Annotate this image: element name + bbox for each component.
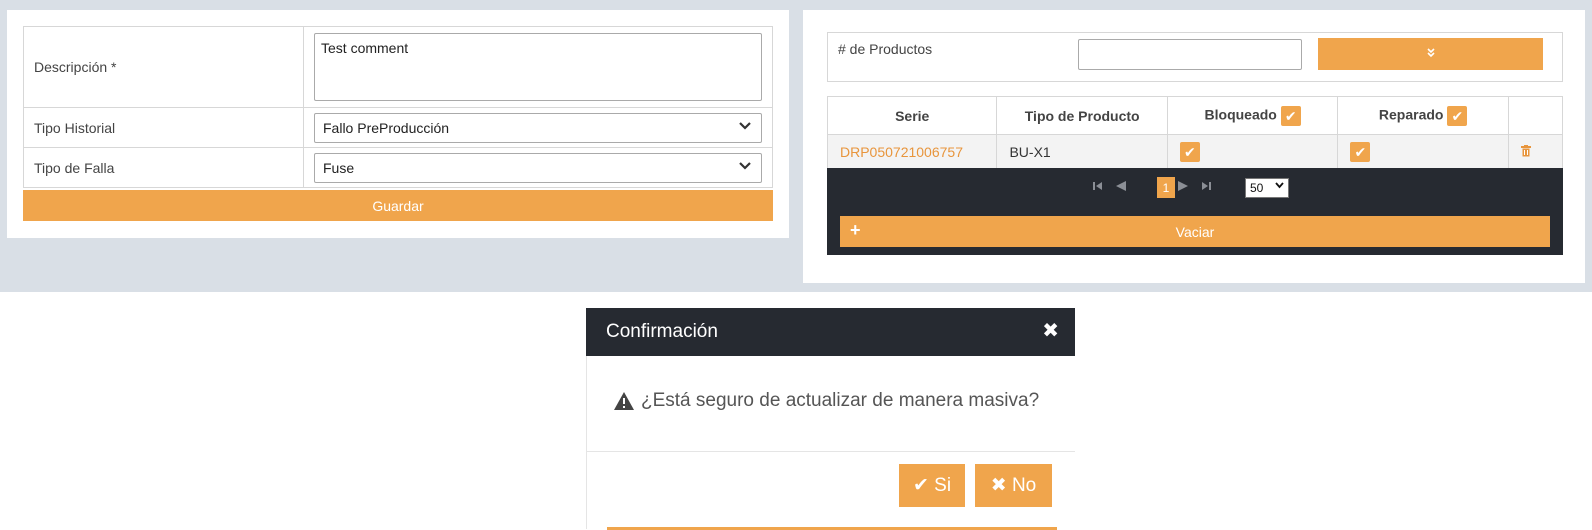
bloqueado-checkbox[interactable]: ✔ [1179, 142, 1200, 162]
chevron-down-icon [739, 119, 751, 134]
reparado-checkbox[interactable]: ✔ [1350, 142, 1371, 162]
current-page-button[interactable]: 1 [1157, 177, 1175, 198]
trash-icon[interactable] [1520, 145, 1531, 160]
modal-header: Confirmación ✖ [586, 308, 1075, 356]
modal-body: ¿Está seguro de actualizar de manera mas… [586, 356, 1075, 451]
products-grid: Serie Tipo de Producto Bloqueado ✔ Repar… [826, 96, 1564, 170]
products-count-label: # de Productos [838, 41, 933, 57]
bloqueado-cell: ✔ [1166, 134, 1339, 170]
yes-button[interactable]: ✔ Si [899, 464, 965, 507]
tipo-producto-cell: BU-X1 [996, 134, 1168, 170]
tipo-falla-value: Fuse [323, 159, 355, 176]
last-page-icon[interactable] [1201, 180, 1211, 194]
prev-page-icon[interactable] [1115, 180, 1127, 194]
bloqueado-header-checkbox[interactable]: ✔ [1280, 105, 1301, 126]
page-size-select[interactable]: 50 [1245, 178, 1289, 198]
page-size-value: 50 [1250, 181, 1264, 195]
vaciar-button[interactable]: + Vaciar [840, 216, 1550, 247]
double-chevron-down-icon [1426, 47, 1436, 61]
products-count-row: # de Productos [827, 32, 1563, 82]
tipo-historial-value: Fallo PreProducción [323, 119, 450, 136]
reparado-header-checkbox[interactable]: ✔ [1447, 105, 1468, 126]
confirmation-modal: Confirmación ✖ ¿Está seguro de actualiza… [586, 308, 1075, 530]
chevron-down-icon [1275, 181, 1284, 192]
history-form-panel: Descripción * Test comment Tipo Historia… [7, 10, 789, 238]
modal-footer: ✔ Si ✖ No [586, 451, 1075, 530]
actions-cell [1507, 134, 1564, 170]
tipo-historial-select[interactable]: Fallo PreProducción [314, 112, 762, 143]
vaciar-label: Vaciar [1175, 223, 1215, 240]
descripcion-textarea[interactable]: Test comment [314, 33, 762, 101]
tipo-falla-select[interactable]: Fuse [314, 152, 762, 183]
reparado-header-label: Reparado [1378, 106, 1444, 123]
next-page-icon[interactable] [1177, 180, 1189, 194]
first-page-icon[interactable] [1093, 180, 1103, 194]
confirmation-message: ¿Está seguro de actualizar de manera mas… [641, 390, 1040, 411]
pager: 1 50 [827, 168, 1563, 209]
table-row: DRP050721006757 BU-X1 ✔ ✔ [826, 134, 1564, 170]
descripcion-label: Descripción * [23, 26, 304, 108]
column-header-serie[interactable]: Serie [826, 96, 998, 135]
save-button[interactable]: Guardar [23, 190, 773, 221]
column-header-actions [1507, 96, 1564, 135]
close-icon[interactable]: ✖ [1042, 318, 1059, 343]
column-header-reparado[interactable]: Reparado ✔ [1337, 96, 1509, 135]
modal-title: Confirmación [606, 321, 718, 342]
no-button[interactable]: ✖ No [975, 464, 1052, 507]
tipo-falla-label: Tipo de Falla [23, 147, 304, 188]
tipo-historial-label: Tipo Historial [23, 107, 304, 148]
serie-link[interactable]: DRP050721006757 [826, 134, 998, 170]
products-panel: # de Productos Serie Tipo de Producto Bl… [803, 10, 1585, 283]
warning-icon [613, 391, 635, 416]
expand-button[interactable] [1318, 38, 1543, 70]
reparado-cell: ✔ [1337, 134, 1509, 170]
bloqueado-header-label: Bloqueado [1204, 106, 1277, 123]
history-form: Descripción * Test comment Tipo Historia… [23, 26, 773, 188]
products-count-input[interactable] [1078, 39, 1302, 70]
column-header-bloqueado[interactable]: Bloqueado ✔ [1166, 96, 1339, 135]
column-header-tipo-producto[interactable]: Tipo de Producto [996, 96, 1168, 135]
plus-icon: + [850, 220, 861, 240]
chevron-down-icon [739, 159, 751, 174]
